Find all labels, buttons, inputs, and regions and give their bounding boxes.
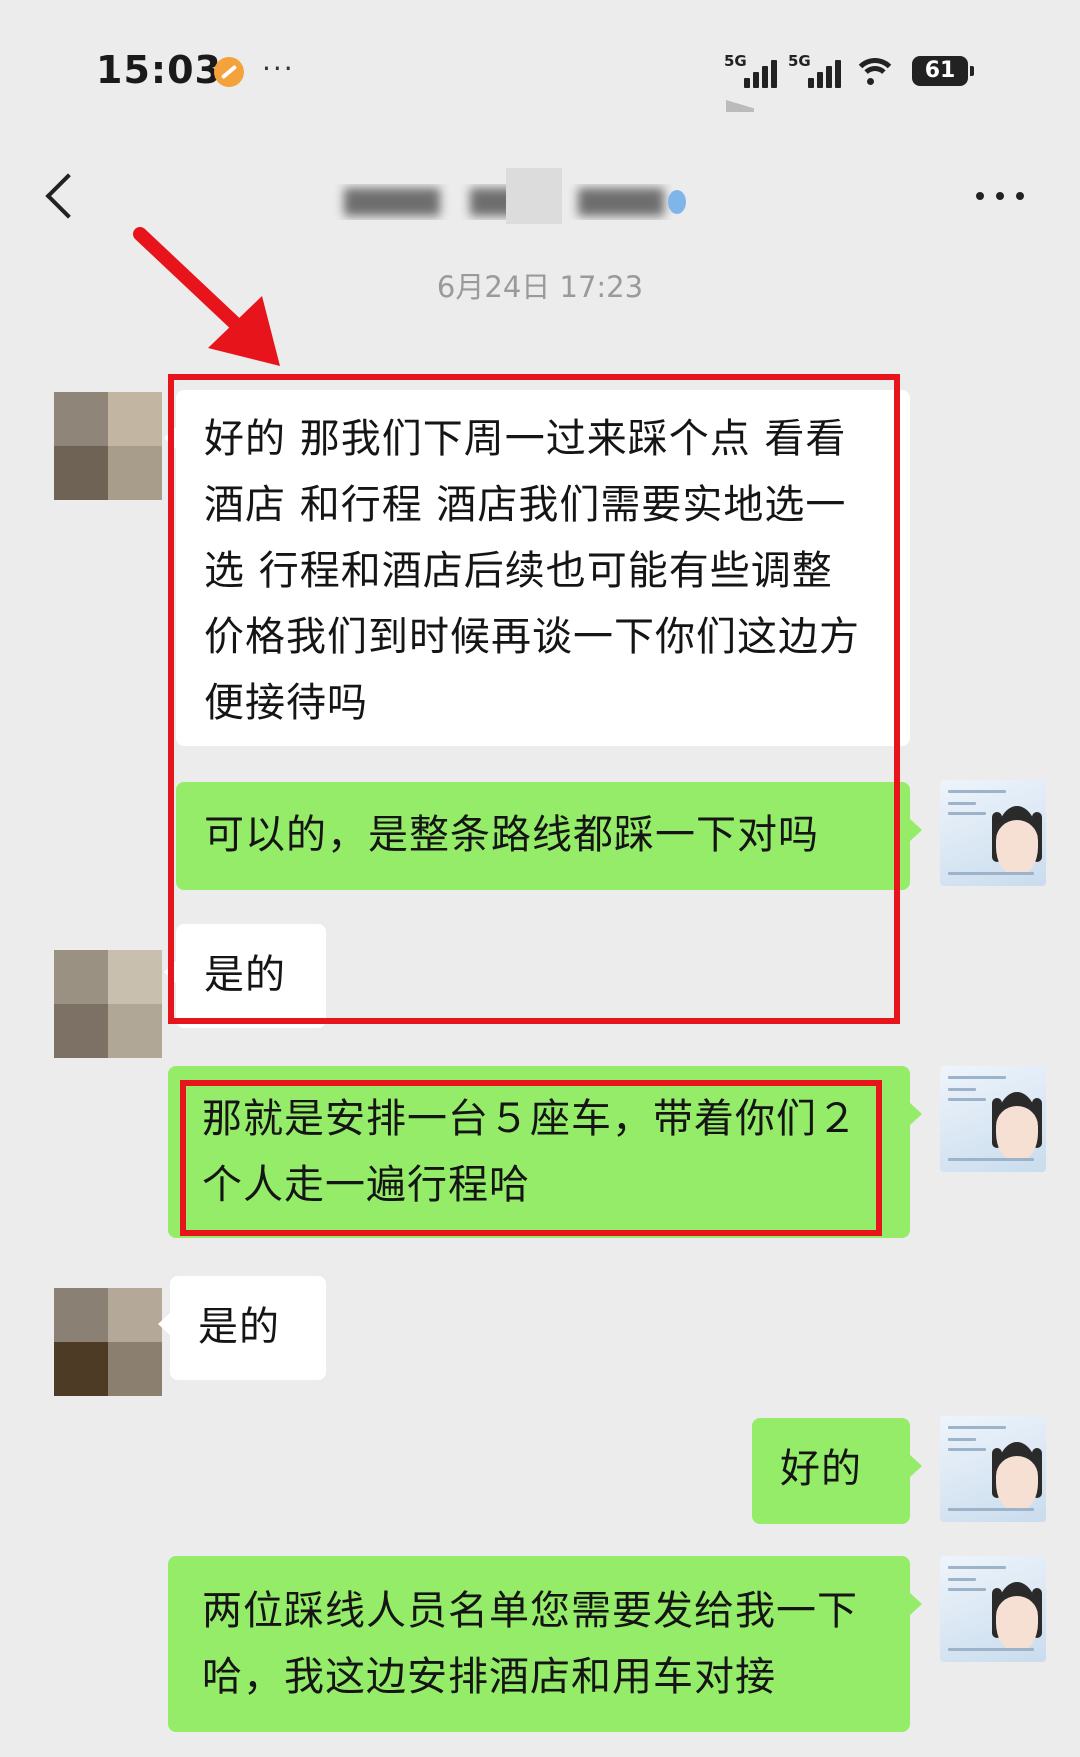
status-time: 15:03	[96, 48, 222, 92]
redaction-mask	[506, 168, 562, 224]
message-bubble-outgoing[interactable]: 两位踩线人员名单您需要发给我一下哈，我这边安排酒店和用车对接	[168, 1556, 922, 1732]
battery-icon: 61	[912, 56, 974, 86]
annotation-arrow-icon	[133, 227, 280, 366]
cellular-signal-icon: 5G	[788, 52, 842, 88]
back-icon[interactable]	[40, 168, 80, 224]
more-horizontal-icon[interactable]	[972, 180, 1028, 210]
message-bubble-outgoing[interactable]: 那就是安排一台５座车，带着你们２个人走一遍行程哈	[168, 1066, 922, 1238]
more-notifications-indicator: ···	[262, 52, 295, 85]
wifi-icon	[852, 58, 898, 88]
contact-avatar-blurred[interactable]	[54, 392, 162, 500]
message-bubble-incoming[interactable]: 好的 那我们下周一过来踩个点 看看酒店 和行程 酒店我们需要实地选一选 行程和酒…	[164, 390, 910, 746]
user-avatar[interactable]	[940, 1066, 1046, 1172]
water-drop-icon	[668, 190, 686, 214]
user-avatar[interactable]	[940, 780, 1046, 886]
app-notification-icon	[214, 57, 244, 87]
message-bubble-outgoing[interactable]: 好的	[752, 1418, 922, 1524]
message-bubble-outgoing[interactable]: 可以的，是整条路线都踩一下对吗	[176, 782, 922, 890]
user-avatar[interactable]	[940, 1556, 1046, 1662]
message-bubble-incoming[interactable]: 是的	[158, 1276, 326, 1380]
message-bubble-incoming[interactable]: 是的	[164, 924, 326, 1028]
contact-avatar-blurred[interactable]	[54, 1288, 162, 1396]
status-bar: 15:03 ··· 5G 5G 61	[0, 0, 1080, 150]
contact-avatar-blurred[interactable]	[54, 950, 162, 1058]
cellular-signal-icon: 5G	[724, 52, 778, 88]
status-indicator	[726, 100, 754, 112]
user-avatar[interactable]	[940, 1416, 1046, 1522]
